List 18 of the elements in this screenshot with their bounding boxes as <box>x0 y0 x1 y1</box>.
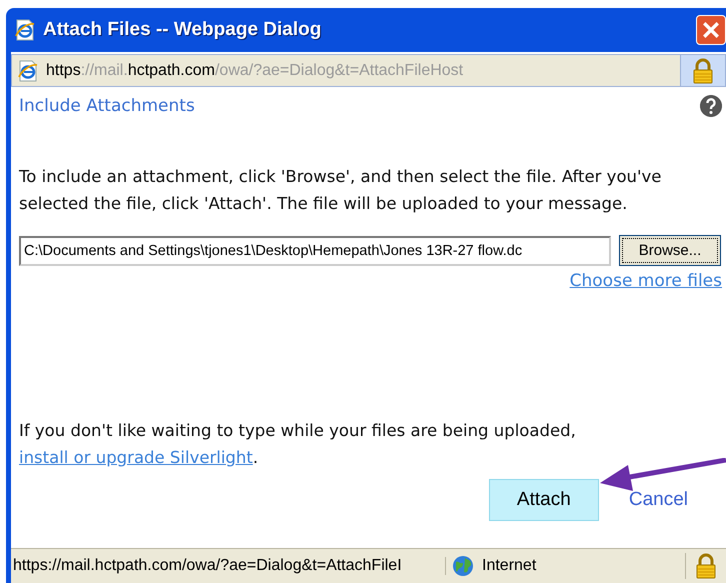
attach-button[interactable]: Attach <box>488 479 599 521</box>
silverlight-link[interactable]: install or upgrade Silverlight <box>19 448 253 467</box>
section-title: Include Attachments <box>19 96 195 116</box>
browse-button[interactable]: Browse... <box>619 235 721 266</box>
page-icon <box>15 19 35 41</box>
help-icon[interactable] <box>700 95 722 117</box>
status-url: https://mail.hctpath.com/owa/?ae=Dialog&t=AttachFileI <box>11 557 446 575</box>
globe-icon <box>452 555 474 577</box>
instructions-text: To include an attachment, click 'Browse', and then select the file. After you've selected the file, click 'Attach'. The file will be uploaded to your message. <box>19 166 662 215</box>
lock-icon <box>695 553 717 579</box>
window-title: Attach Files -- Webpage Dialog <box>43 19 322 41</box>
zone-label: Internet <box>482 557 536 575</box>
cancel-link[interactable]: Cancel <box>628 489 688 511</box>
file-path-field[interactable]: C:\Documents and Settings\tjones1\Desktop\Hemepath\Jones 13R-27 flow.dc <box>19 236 611 266</box>
silverlight-note: If you don't like waiting to type while your files are being uploaded, install or upgrade Silverlight. <box>19 420 577 469</box>
close-button[interactable] <box>696 15 726 45</box>
close-icon <box>702 21 720 39</box>
choose-more-files-link[interactable]: Choose more files <box>570 271 722 291</box>
